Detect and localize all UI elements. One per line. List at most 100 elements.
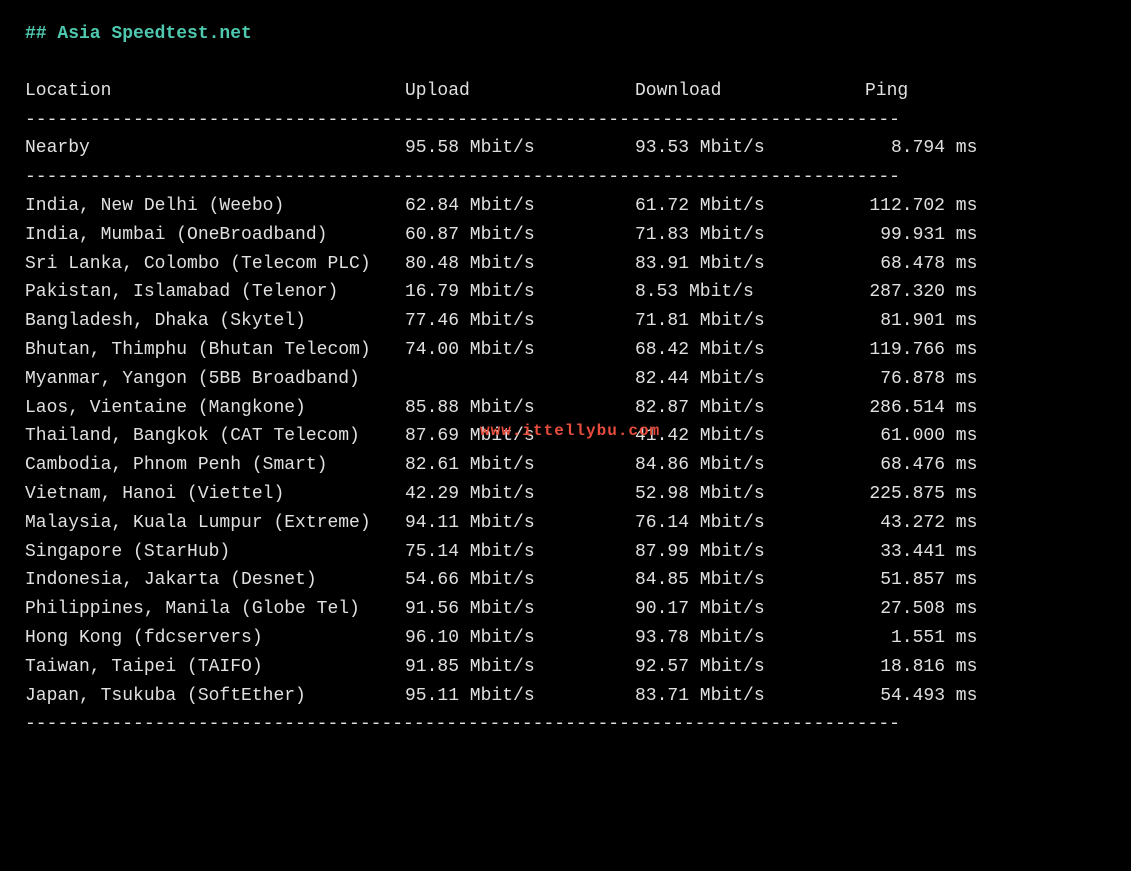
cell-location: India, Mumbai (OneBroadband) [25,221,405,250]
cell-location: Myanmar, Yangon (5BB Broadband) [25,365,405,394]
cell-location: Indonesia, Jakarta (Desnet) [25,566,405,595]
header-ping: Ping [865,77,1045,106]
table-row: Philippines, Manila (Globe Tel)91.56 Mbi… [25,595,1106,624]
cell-location: Bangladesh, Dhaka (Skytel) [25,307,405,336]
cell-upload: 54.66 Mbit/s [405,566,635,595]
cell-download: 87.99 Mbit/s [635,538,865,567]
cell-upload: 96.10 Mbit/s [405,624,635,653]
results-body: India, New Delhi (Weebo)62.84 Mbit/s61.7… [25,192,1106,710]
table-row: Indonesia, Jakarta (Desnet)54.66 Mbit/s8… [25,566,1106,595]
cell-ping: 1.551 ms [865,624,1045,653]
cell-ping: 61.000 ms [865,422,1045,451]
cell-ping: 33.441 ms [865,538,1045,567]
cell-download: 92.57 Mbit/s [635,653,865,682]
cell-upload: 82.61 Mbit/s [405,451,635,480]
cell-download: 83.91 Mbit/s [635,250,865,279]
cell-download: 93.78 Mbit/s [635,624,865,653]
cell-ping: 51.857 ms [865,566,1045,595]
cell-upload: 77.46 Mbit/s [405,307,635,336]
cell-download: 71.83 Mbit/s [635,221,865,250]
table-row: Cambodia, Phnom Penh (Smart)82.61 Mbit/s… [25,451,1106,480]
cell-location: Bhutan, Thimphu (Bhutan Telecom) [25,336,405,365]
cell-upload: 85.88 Mbit/s [405,394,635,423]
cell-ping: 286.514 ms [865,394,1045,423]
cell-location: Sri Lanka, Colombo (Telecom PLC) [25,250,405,279]
cell-download: 41.42 Mbit/s [635,422,865,451]
table-row: Singapore (StarHub)75.14 Mbit/s87.99 Mbi… [25,538,1106,567]
cell-ping: 112.702 ms [865,192,1045,221]
cell-ping: 99.931 ms [865,221,1045,250]
header-location: Location [25,77,405,106]
header-download: Download [635,77,865,106]
cell-location: Singapore (StarHub) [25,538,405,567]
cell-upload: 16.79 Mbit/s [405,278,635,307]
nearby-download: 93.53 Mbit/s [635,134,865,163]
cell-upload: 60.87 Mbit/s [405,221,635,250]
cell-location: Laos, Vientaine (Mangkone) [25,394,405,423]
cell-location: Hong Kong (fdcservers) [25,624,405,653]
cell-location: Japan, Tsukuba (SoftEther) [25,682,405,711]
cell-download: 8.53 Mbit/s [635,278,865,307]
table-row: Taiwan, Taipei (TAIFO)91.85 Mbit/s92.57 … [25,653,1106,682]
cell-upload: 94.11 Mbit/s [405,509,635,538]
table-row: Sri Lanka, Colombo (Telecom PLC)80.48 Mb… [25,250,1106,279]
cell-download: 76.14 Mbit/s [635,509,865,538]
nearby-ping: 8.794 ms [865,134,1045,163]
cell-location: Pakistan, Islamabad (Telenor) [25,278,405,307]
table-row: Thailand, Bangkok (CAT Telecom)87.69 Mbi… [25,422,1106,451]
nearby-upload: 95.58 Mbit/s [405,134,635,163]
cell-upload: 80.48 Mbit/s [405,250,635,279]
cell-download: 71.81 Mbit/s [635,307,865,336]
table-row: Japan, Tsukuba (SoftEther)95.11 Mbit/s83… [25,682,1106,711]
cell-upload: 95.11 Mbit/s [405,682,635,711]
cell-download: 82.44 Mbit/s [635,365,865,394]
divider: ----------------------------------------… [25,163,1106,192]
cell-download: 83.71 Mbit/s [635,682,865,711]
cell-upload: 87.69 Mbit/s [405,422,635,451]
cell-download: 61.72 Mbit/s [635,192,865,221]
divider: ----------------------------------------… [25,106,1106,135]
section-title: ## Asia Speedtest.net [25,20,1106,49]
cell-download: 84.86 Mbit/s [635,451,865,480]
table-row: Hong Kong (fdcservers)96.10 Mbit/s93.78 … [25,624,1106,653]
cell-location: Cambodia, Phnom Penh (Smart) [25,451,405,480]
cell-ping: 76.878 ms [865,365,1045,394]
cell-ping: 18.816 ms [865,653,1045,682]
divider: ----------------------------------------… [25,710,1106,739]
cell-location: Thailand, Bangkok (CAT Telecom) [25,422,405,451]
cell-upload: 42.29 Mbit/s [405,480,635,509]
cell-download: 52.98 Mbit/s [635,480,865,509]
table-row: Vietnam, Hanoi (Viettel)42.29 Mbit/s52.9… [25,480,1106,509]
table-row: Malaysia, Kuala Lumpur (Extreme)94.11 Mb… [25,509,1106,538]
cell-ping: 43.272 ms [865,509,1045,538]
cell-upload: 91.56 Mbit/s [405,595,635,624]
cell-location: Malaysia, Kuala Lumpur (Extreme) [25,509,405,538]
cell-ping: 225.875 ms [865,480,1045,509]
cell-upload: 91.85 Mbit/s [405,653,635,682]
header-upload: Upload [405,77,635,106]
terminal-output: ## Asia Speedtest.net Location Upload Do… [25,20,1106,739]
cell-location: India, New Delhi (Weebo) [25,192,405,221]
cell-download: 82.87 Mbit/s [635,394,865,423]
table-row: Myanmar, Yangon (5BB Broadband) 82.44 Mbi… [25,365,1106,394]
cell-ping: 287.320 ms [865,278,1045,307]
nearby-location: Nearby [25,134,405,163]
table-row: Pakistan, Islamabad (Telenor)16.79 Mbit/… [25,278,1106,307]
header-row: Location Upload Download Ping [25,77,1106,106]
cell-ping: 68.478 ms [865,250,1045,279]
cell-upload: 62.84 Mbit/s [405,192,635,221]
cell-upload: 74.00 Mbit/s [405,336,635,365]
cell-location: Philippines, Manila (Globe Tel) [25,595,405,624]
table-row: India, Mumbai (OneBroadband)60.87 Mbit/s… [25,221,1106,250]
table-row: Bhutan, Thimphu (Bhutan Telecom)74.00 Mb… [25,336,1106,365]
cell-ping: 54.493 ms [865,682,1045,711]
cell-download: 68.42 Mbit/s [635,336,865,365]
cell-location: Vietnam, Hanoi (Viettel) [25,480,405,509]
cell-ping: 119.766 ms [865,336,1045,365]
nearby-row: Nearby 95.58 Mbit/s 93.53 Mbit/s 8.794 m… [25,134,1106,163]
table-row: Laos, Vientaine (Mangkone)85.88 Mbit/s82… [25,394,1106,423]
cell-download: 90.17 Mbit/s [635,595,865,624]
table-row: India, New Delhi (Weebo)62.84 Mbit/s61.7… [25,192,1106,221]
cell-upload [405,365,635,394]
cell-location: Taiwan, Taipei (TAIFO) [25,653,405,682]
